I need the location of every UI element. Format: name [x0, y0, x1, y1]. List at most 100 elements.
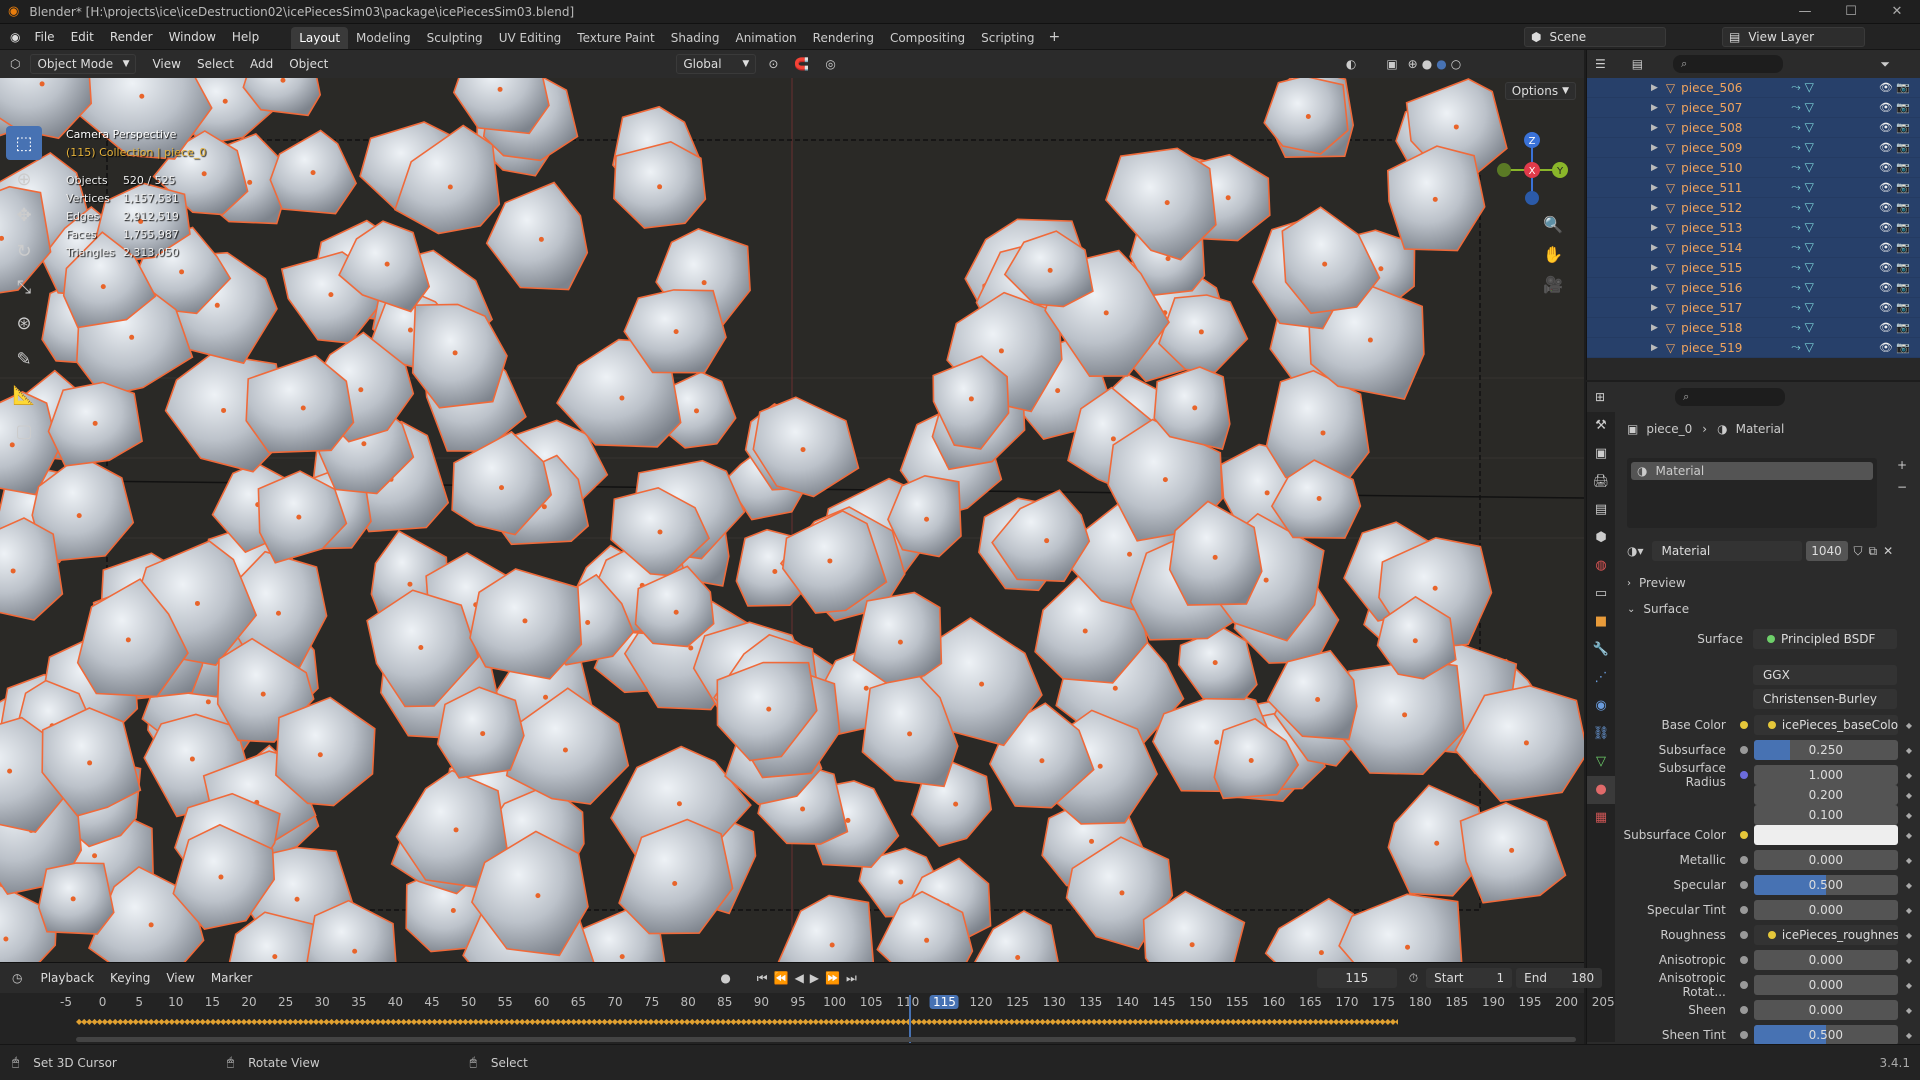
move-icon[interactable]: ✥ — [6, 198, 42, 232]
maximize-icon[interactable]: ☐ — [1828, 0, 1874, 24]
output-tab-icon[interactable]: 🖨 — [1587, 468, 1615, 496]
visibility-eye-icon[interactable]: 👁 📷 — [1879, 281, 1910, 294]
object-tab-icon[interactable]: ■ — [1587, 608, 1615, 636]
input-socket-icon[interactable] — [1739, 956, 1748, 964]
tool-tab-icon[interactable]: ⚒ — [1587, 412, 1615, 440]
play-icon[interactable]: ▶ — [810, 971, 819, 985]
expand-arrow-icon[interactable]: ▶ — [1651, 283, 1658, 293]
expand-arrow-icon[interactable]: ▶ — [1651, 303, 1658, 313]
frame-ruler[interactable]: -5 0 5 10 15 20 25 30 35 40 45 50 55 60 65 70 75 80 85 90 95… — [0, 995, 1615, 1015]
tab-compositing[interactable]: Compositing — [882, 27, 973, 49]
keyframe-dot-icon[interactable]: ◆ — [1906, 881, 1912, 890]
filter-icon[interactable]: ⏷ — [1880, 57, 1890, 72]
fake-user-icon[interactable]: ⛉ — [1854, 544, 1863, 559]
material-users-field[interactable]: 1040 — [1805, 541, 1848, 561]
add-workspace-icon[interactable]: + — [1049, 29, 1061, 45]
expand-arrow-icon[interactable]: ▶ — [1651, 103, 1658, 113]
outliner-item[interactable]: ▶ ▽ piece_518 ⤳ ▽ 👁 📷 — [1587, 318, 1920, 338]
visibility-eye-icon[interactable]: 👁 📷 — [1879, 141, 1910, 154]
menu-render[interactable]: Render — [102, 24, 161, 50]
shading-solid-icon[interactable]: ● — [1422, 57, 1432, 71]
viewport-menu-view[interactable]: View — [144, 50, 188, 78]
ice-piece[interactable] — [852, 591, 943, 684]
outliner-item[interactable]: ▶ ▽ piece_517 ⤳ ▽ 👁 📷 — [1587, 298, 1920, 318]
cursor-icon[interactable]: ⊕ — [6, 162, 42, 196]
menu-edit[interactable]: Edit — [63, 24, 102, 50]
surface-panel-header[interactable]: ⌄ Surface — [1627, 602, 1689, 616]
numeric-input-field[interactable]: 0.500 — [1753, 875, 1898, 895]
prev-key-icon[interactable]: ⏪ — [774, 971, 789, 985]
material-tab-icon[interactable]: ● — [1587, 776, 1615, 804]
menu-window[interactable]: Window — [161, 24, 224, 50]
next-key-icon[interactable]: ⏩ — [825, 971, 840, 985]
sss-method-dropdown[interactable]: Christensen-Burley — [1753, 689, 1897, 709]
texture-tab-icon[interactable]: ▦ — [1587, 804, 1615, 832]
texture-input-field[interactable]: icePieces_baseColor.jpg — [1753, 715, 1898, 735]
visibility-eye-icon[interactable]: 👁 📷 — [1879, 261, 1910, 274]
display-mode-icon[interactable]: ▤ — [1632, 57, 1643, 71]
expand-arrow-icon[interactable]: ▶ — [1651, 83, 1658, 93]
visibility-eye-icon[interactable]: 👁 📷 — [1879, 301, 1910, 314]
keyframe-dot-icon[interactable]: ◆ — [1906, 746, 1912, 755]
timeline-editor-icon[interactable]: ◷ — [12, 971, 22, 985]
input-socket-icon[interactable] — [1739, 931, 1748, 939]
view-layer-selector[interactable]: ▤ View Layer — [1722, 27, 1866, 47]
keyframe-dot-icon[interactable]: ◆ — [1906, 721, 1912, 730]
shading-rendered-icon[interactable]: ○ — [1451, 57, 1461, 71]
expand-arrow-icon[interactable]: ▶ — [1651, 203, 1658, 213]
properties-editor-icon[interactable]: ⊞ — [1595, 390, 1605, 404]
minimize-icon[interactable]: — — [1782, 0, 1828, 24]
end-frame-field[interactable]: End 180 — [1516, 968, 1603, 988]
scale-icon[interactable]: ⤡ — [6, 270, 42, 304]
outliner-item[interactable]: ▶ ▽ piece_510 ⤳ ▽ 👁 📷 — [1587, 158, 1920, 178]
xray-icon[interactable]: ▣ — [1386, 57, 1397, 71]
keyframe-dot-icon[interactable]: ◆ — [1906, 791, 1912, 800]
view-layer-tab-icon[interactable]: ▤ — [1587, 496, 1615, 524]
jump-start-icon[interactable]: ⏮ — [757, 971, 768, 986]
tab-sculpting[interactable]: Sculpting — [419, 27, 491, 49]
shading-wire-icon[interactable]: ⊕ — [1408, 57, 1418, 71]
timeline-scrollbar[interactable] — [76, 1037, 1576, 1042]
add-cube-icon[interactable]: ▢ — [6, 414, 42, 448]
timeline-menu-keying[interactable]: Keying — [102, 965, 158, 991]
viewport-menu-object[interactable]: Object — [281, 50, 336, 78]
outliner-item[interactable]: ▶ ▽ piece_506 ⤳ ▽ 👁 📷 — [1587, 78, 1920, 98]
keyframe-dot-icon[interactable]: ◆ — [1906, 931, 1912, 940]
pan-hand-icon[interactable]: ✋ — [1540, 242, 1566, 268]
visibility-eye-icon[interactable]: 👁 📷 — [1879, 221, 1910, 234]
clock-icon[interactable]: ⏱ — [1409, 971, 1418, 986]
record-icon[interactable]: ● — [720, 971, 730, 985]
numeric-input-field[interactable]: 0.000 — [1753, 850, 1898, 870]
unlink-icon[interactable]: ✕ — [1883, 544, 1893, 558]
outliner-item[interactable]: ▶ ▽ piece_512 ⤳ ▽ 👁 📷 — [1587, 198, 1920, 218]
outliner-item[interactable]: ▶ ▽ piece_514 ⤳ ▽ 👁 📷 — [1587, 238, 1920, 258]
surface-shader-field[interactable]: Principled BSDF — [1753, 629, 1897, 649]
numeric-input-field[interactable]: 0.250 — [1753, 740, 1898, 760]
visibility-eye-icon[interactable]: 👁 📷 — [1879, 121, 1910, 134]
preview-panel-header[interactable]: › Preview — [1627, 576, 1686, 590]
particles-tab-icon[interactable]: ⋰ — [1587, 664, 1615, 692]
editor-type-icon[interactable]: ⬡ — [10, 57, 20, 71]
expand-arrow-icon[interactable]: ▶ — [1651, 143, 1658, 153]
outliner-item[interactable]: ▶ ▽ piece_516 ⤳ ▽ 👁 📷 — [1587, 278, 1920, 298]
viewport-menu-select[interactable]: Select — [189, 50, 242, 78]
constraints-tab-icon[interactable]: ⛓ — [1587, 720, 1615, 748]
keyframe-dot-icon[interactable]: ◆ — [1906, 831, 1912, 840]
annotate-icon[interactable]: ✎ — [6, 342, 42, 376]
expand-arrow-icon[interactable]: ▶ — [1651, 183, 1658, 193]
timeline-menu-marker[interactable]: Marker — [203, 965, 260, 991]
add-slot-icon[interactable]: + — [1897, 458, 1907, 472]
visibility-eye-icon[interactable]: 👁 📷 — [1879, 161, 1910, 174]
numeric-input-field[interactable]: 0.000 — [1753, 975, 1898, 995]
physics-tab-icon[interactable]: ◉ — [1587, 692, 1615, 720]
world-tab-icon[interactable]: ◍ — [1587, 552, 1615, 580]
blender-menu-icon[interactable]: ◉ — [10, 30, 20, 44]
input-socket-icon[interactable] — [1739, 771, 1748, 779]
menu-help[interactable]: Help — [224, 24, 267, 50]
expand-arrow-icon[interactable]: ▶ — [1651, 243, 1658, 253]
measure-icon[interactable]: 📐 — [6, 378, 42, 412]
keyframe-dot-icon[interactable]: ◆ — [1906, 956, 1912, 965]
numeric-input-field[interactable]: 0.000 — [1753, 1000, 1898, 1020]
visibility-eye-icon[interactable]: 👁 📷 — [1879, 341, 1910, 354]
keyframe-dot-icon[interactable]: ◆ — [1906, 981, 1912, 990]
